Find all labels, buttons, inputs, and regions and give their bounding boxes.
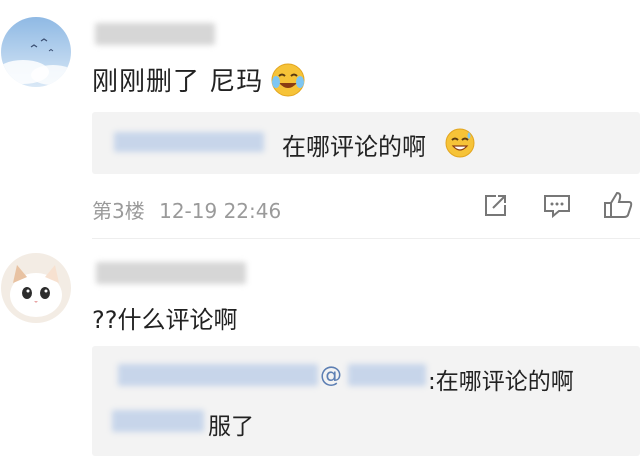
quoted-reply-box[interactable]: 在哪评论的啊 (92, 112, 640, 174)
sweat-smile-emoji (444, 127, 476, 163)
avatar-sky[interactable] (1, 17, 71, 87)
comment-thread: 刚刚删了 尼玛 在哪评论的啊 第3楼 12-19 22:46 ??什么评论啊 @… (0, 0, 640, 473)
quoted-username-redacted (114, 132, 264, 152)
mentioned-user-redacted (348, 364, 426, 386)
quoted-reply-box[interactable]: @ :在哪评论的啊 服了 (92, 346, 640, 456)
floor-number: 第3楼 (92, 199, 145, 223)
floor-label: 第3楼 12-19 22:46 (92, 195, 281, 224)
username-redacted[interactable] (95, 23, 215, 45)
mention-at[interactable]: @ (320, 363, 342, 388)
comment-text: ??什么评论啊 (92, 306, 238, 334)
comment-divider (92, 238, 640, 239)
quoted-text-2: 服了 (208, 414, 254, 440)
quoted-text: :在哪评论的啊 (428, 369, 574, 395)
comment-text: 刚刚删了 尼玛 (92, 67, 264, 97)
like-icon[interactable] (602, 190, 634, 224)
username-redacted[interactable] (96, 262, 246, 284)
quoted-text: 在哪评论的啊 (282, 133, 426, 161)
comment-icon[interactable] (542, 192, 572, 224)
crying-laughing-emoji (270, 62, 306, 102)
share-icon[interactable] (481, 192, 509, 224)
quoted-username-redacted-2 (112, 410, 204, 432)
quoted-username-redacted (118, 364, 318, 386)
timestamp: 12-19 22:46 (159, 199, 282, 223)
avatar-cat[interactable] (1, 253, 71, 323)
